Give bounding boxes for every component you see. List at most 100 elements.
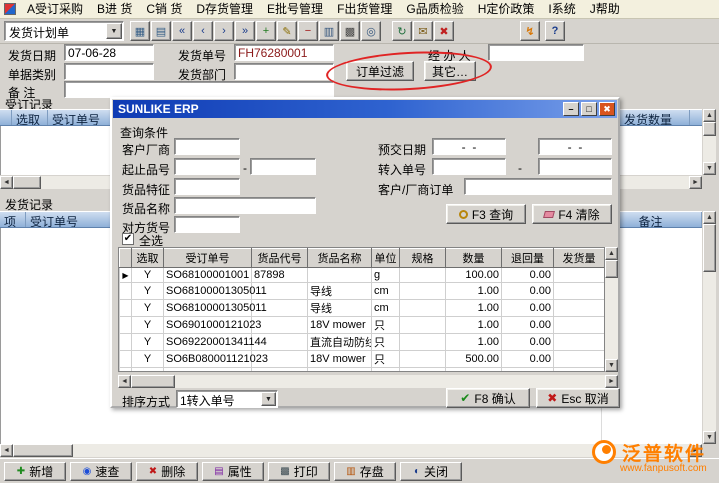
customer-field[interactable] bbox=[174, 138, 240, 155]
minimize-icon[interactable]: – bbox=[563, 102, 579, 116]
ship-date-field[interactable] bbox=[64, 44, 154, 61]
prod-name-field[interactable] bbox=[174, 197, 316, 214]
order-col-shipqty[interactable]: 发货数量 bbox=[620, 110, 690, 125]
table-icon[interactable]: ▦ bbox=[130, 21, 150, 41]
sort-dropdown-icon[interactable]: ▼ bbox=[261, 392, 276, 406]
grid-scroll-left-icon[interactable]: ◄ bbox=[118, 375, 131, 388]
cell-select[interactable]: Y bbox=[132, 368, 164, 373]
ship-dept-field[interactable] bbox=[234, 63, 334, 80]
menu-item-receive-purchase[interactable]: A受订采购 bbox=[20, 0, 90, 18]
help-icon[interactable]: ? bbox=[545, 21, 565, 41]
grid-scroll-up-icon[interactable]: ▲ bbox=[605, 247, 618, 260]
grid-col-spec[interactable]: 规格 bbox=[400, 249, 446, 268]
grid-row[interactable]: Y SO69220001341144 直流自动防线 只 1.00 0.00 bbox=[120, 334, 605, 351]
first-record-icon[interactable]: « bbox=[172, 21, 192, 41]
menu-item-batch[interactable]: E批号管理 bbox=[260, 0, 330, 18]
menu-item-incoming[interactable]: B进 货 bbox=[90, 0, 139, 18]
cell-select[interactable]: Y bbox=[132, 351, 164, 368]
f8-confirm-button[interactable]: ✔ F8 确认 bbox=[446, 388, 530, 408]
grid-row[interactable]: Y SO6B090001121023 18V mower 只 800.00 0.… bbox=[120, 368, 605, 373]
menu-item-shipping[interactable]: F出货管理 bbox=[330, 0, 399, 18]
print-button[interactable]: ▩ 打印 bbox=[268, 462, 330, 481]
ship-scroll-up-icon[interactable]: ▲ bbox=[703, 211, 716, 224]
doc-type-combo[interactable]: 发货计划单 ▼ bbox=[4, 21, 124, 41]
f3-search-button[interactable]: F3 查询 bbox=[446, 204, 526, 224]
sort-mode-combo[interactable]: 1转入单号 ▼ bbox=[176, 390, 278, 408]
menu-item-system[interactable]: I系统 bbox=[541, 0, 582, 18]
ship-col-item[interactable]: 项 bbox=[0, 212, 26, 227]
grid-row[interactable]: Y SO68100001305011 导线 cm 1.00 0.00 bbox=[120, 283, 605, 300]
properties-button[interactable]: ▤ 属性 bbox=[202, 462, 264, 481]
menu-item-quality[interactable]: G品质检验 bbox=[399, 0, 470, 18]
form-icon[interactable]: ▤ bbox=[151, 21, 171, 41]
ship-hscroll-thumb[interactable] bbox=[13, 444, 73, 457]
order-col-select[interactable]: 选取 bbox=[12, 110, 48, 125]
f4-clear-button[interactable]: F4 清除 bbox=[532, 204, 612, 224]
handler-field[interactable] bbox=[488, 44, 584, 61]
feature-field[interactable] bbox=[174, 178, 240, 195]
order-scroll-down-icon[interactable]: ▼ bbox=[703, 162, 716, 175]
esc-cancel-button[interactable]: ✖ Esc 取消 bbox=[536, 388, 620, 408]
combo-dropdown-icon[interactable]: ▼ bbox=[106, 23, 122, 39]
menu-item-help[interactable]: J帮助 bbox=[583, 0, 627, 18]
cell-select[interactable]: Y bbox=[132, 317, 164, 334]
ship-docno-field[interactable] bbox=[234, 44, 334, 61]
save-button[interactable]: ▥ 存盘 bbox=[334, 462, 396, 481]
cell-select[interactable]: Y bbox=[132, 300, 164, 317]
add-icon[interactable]: + bbox=[256, 21, 276, 41]
grid-row[interactable]: Y SO6901000121023 18V mower 只 1.00 0.00 bbox=[120, 317, 605, 334]
grid-col-name[interactable]: 货品名称 bbox=[308, 249, 372, 268]
ship-vscroll-thumb[interactable] bbox=[703, 224, 716, 272]
dialog-titlebar[interactable]: SUNLIKE ERP – □ ✖ bbox=[113, 100, 617, 118]
grid-row[interactable]: Y SO68100001305011 导线 cm 1.00 0.00 bbox=[120, 300, 605, 317]
predate-from-field[interactable] bbox=[432, 138, 506, 155]
mail-icon[interactable]: ✉ bbox=[413, 21, 433, 41]
print-icon[interactable]: ▩ bbox=[340, 21, 360, 41]
grid-col-select[interactable]: 选取 bbox=[132, 249, 164, 268]
close-button[interactable]: ◐ 关闭 bbox=[400, 462, 462, 481]
cell-select[interactable]: Y bbox=[132, 334, 164, 351]
order-scroll-right-icon[interactable]: ► bbox=[689, 176, 702, 189]
close-icon[interactable]: ✖ bbox=[434, 21, 454, 41]
grid-row[interactable]: ▶ Y SO68100001001 87898 g 100.00 0.00 bbox=[120, 268, 605, 283]
transfer-from-field[interactable] bbox=[432, 158, 506, 175]
grid-scroll-right-icon[interactable]: ► bbox=[605, 375, 618, 388]
delete-icon[interactable]: − bbox=[298, 21, 318, 41]
menu-item-sales[interactable]: C销 货 bbox=[139, 0, 189, 18]
preview-icon[interactable]: ◎ bbox=[361, 21, 381, 41]
opp-item-field[interactable] bbox=[174, 216, 240, 233]
item-from-field[interactable] bbox=[174, 158, 240, 175]
grid-col-code[interactable]: 货品代号 bbox=[252, 249, 308, 268]
remark-field[interactable] bbox=[64, 81, 334, 98]
grid-hscroll-thumb[interactable] bbox=[131, 375, 175, 388]
menu-item-pricing[interactable]: H定价政策 bbox=[471, 0, 542, 18]
grid-col-return[interactable]: 退回量 bbox=[502, 249, 554, 268]
grid-col-unit[interactable]: 单位 bbox=[372, 249, 400, 268]
grid-col-shipqty[interactable]: 发货量 bbox=[554, 249, 605, 268]
order-vscroll-thumb[interactable] bbox=[703, 122, 716, 136]
dialog-close-icon[interactable]: ✖ bbox=[599, 102, 615, 116]
transfer-to-field[interactable] bbox=[538, 158, 612, 175]
maximize-icon[interactable]: □ bbox=[581, 102, 597, 116]
menu-item-inventory[interactable]: D存货管理 bbox=[189, 0, 260, 18]
quick-search-button[interactable]: ◉ 速查 bbox=[70, 462, 132, 481]
save-icon[interactable]: ▥ bbox=[319, 21, 339, 41]
edit-icon[interactable]: ✎ bbox=[277, 21, 297, 41]
ship-col-orderno[interactable]: 受订单号 bbox=[26, 212, 116, 227]
cell-select[interactable]: Y bbox=[132, 283, 164, 300]
ship-scroll-left-icon[interactable]: ◄ bbox=[0, 444, 13, 457]
cell-select[interactable]: Y bbox=[132, 268, 164, 283]
last-record-icon[interactable]: » bbox=[235, 21, 255, 41]
prev-record-icon[interactable]: ‹ bbox=[193, 21, 213, 41]
doc-category-field[interactable] bbox=[64, 63, 154, 80]
order-hscroll-thumb[interactable] bbox=[13, 176, 41, 189]
grid-col-qty[interactable]: 数量 bbox=[446, 249, 502, 268]
refresh-icon[interactable]: ↻ bbox=[392, 21, 412, 41]
next-record-icon[interactable]: › bbox=[214, 21, 234, 41]
predate-to-field[interactable] bbox=[538, 138, 612, 155]
grid-vscroll-thumb[interactable] bbox=[605, 260, 618, 278]
order-scroll-up-icon[interactable]: ▲ bbox=[703, 109, 716, 122]
cust-order-field[interactable] bbox=[464, 178, 612, 195]
grid-horizontal-scrollbar[interactable] bbox=[118, 375, 618, 388]
grid-scroll-down-icon[interactable]: ▼ bbox=[605, 359, 618, 372]
